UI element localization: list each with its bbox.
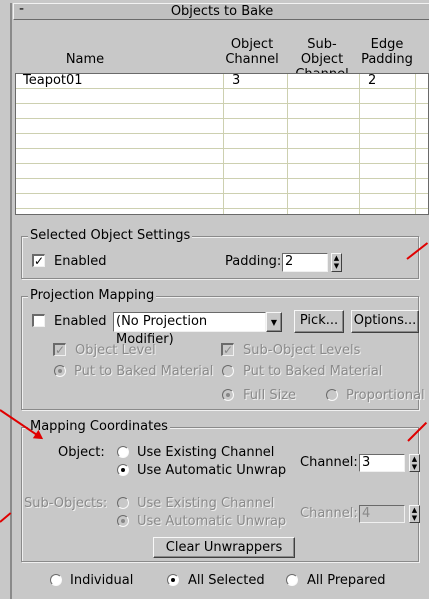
put-to-baked-material-radio-left[interactable] <box>54 365 66 377</box>
object-level-label: Object Level <box>75 343 156 358</box>
sub-objects-label: Sub-Objects: <box>24 496 108 511</box>
object-use-existing-label: Use Existing Channel <box>137 445 275 460</box>
options-button[interactable]: Options... <box>351 310 419 333</box>
cell-name: Teapot01 <box>23 73 83 88</box>
projection-mapping-title: Projection Mapping <box>28 288 157 303</box>
rollout-title: Objects to Bake <box>170 4 274 19</box>
objects-to-bake-table[interactable]: Teapot01 3 2 <box>15 73 429 215</box>
proportional-radio[interactable] <box>326 389 338 401</box>
object-use-automatic-radio[interactable] <box>117 464 129 476</box>
projection-enabled-checkbox[interactable] <box>32 314 45 327</box>
rollout-left-edge <box>10 3 12 599</box>
sub-use-automatic-radio[interactable] <box>117 515 129 527</box>
selected-enabled-label: Enabled <box>54 254 107 269</box>
column-divider <box>359 74 360 214</box>
cell-edge-padding: 2 <box>368 73 377 88</box>
proportional-label: Proportional <box>346 388 425 403</box>
column-header-edge-padding[interactable]: Edge Padding <box>358 37 416 67</box>
dropdown-arrow-icon[interactable]: ▼ <box>266 312 282 332</box>
put-to-baked-material-label-right: Put to Baked Material <box>243 364 383 379</box>
sub-object-levels-label: Sub-Object Levels <box>243 343 361 358</box>
column-divider <box>415 74 416 214</box>
column-divider <box>287 74 288 214</box>
projection-enabled-label: Enabled <box>54 314 107 329</box>
object-label: Object: <box>58 445 105 460</box>
object-channel-spinner[interactable]: ▲ ▼ <box>409 454 420 472</box>
padding-label: Padding: <box>225 254 282 269</box>
object-level-checkbox[interactable]: ✓ <box>53 343 66 356</box>
sub-channel-label: Channel: <box>300 506 358 521</box>
object-use-existing-radio[interactable] <box>117 446 129 458</box>
sub-use-existing-label: Use Existing Channel <box>137 496 275 511</box>
padding-spinner[interactable]: ▲ ▼ <box>331 253 342 272</box>
object-channel-input[interactable]: 3 <box>359 454 405 472</box>
sub-use-automatic-label: Use Automatic Unwrap <box>137 514 287 529</box>
mapping-coordinates-title: Mapping Coordinates <box>28 419 170 434</box>
column-divider <box>223 74 224 214</box>
individual-radio[interactable] <box>50 574 62 586</box>
all-selected-label: All Selected <box>188 573 265 588</box>
rollout-header-objects-to-bake[interactable]: - Objects to Bake <box>13 1 429 20</box>
pick-button[interactable]: Pick... <box>294 310 344 333</box>
all-prepared-label: All Prepared <box>307 573 386 588</box>
clear-unwrappers-button[interactable]: Clear Unwrappers <box>153 537 295 558</box>
cell-object-channel: 3 <box>232 73 241 88</box>
sub-channel-spinner[interactable]: ▲ ▼ <box>409 505 420 523</box>
object-channel-label: Channel: <box>300 455 358 470</box>
all-prepared-radio[interactable] <box>286 574 298 586</box>
put-to-baked-material-label-left: Put to Baked Material <box>74 364 214 379</box>
sub-object-levels-checkbox[interactable]: ✓ <box>221 343 234 356</box>
column-header-name[interactable]: Name <box>55 37 115 67</box>
full-size-label: Full Size <box>243 388 297 403</box>
column-header-object-channel[interactable]: Object Channel <box>218 37 286 67</box>
selected-enabled-checkbox[interactable]: ✓ <box>32 254 45 267</box>
object-use-automatic-label: Use Automatic Unwrap <box>137 463 287 478</box>
full-size-radio[interactable] <box>222 389 234 401</box>
individual-label: Individual <box>70 573 134 588</box>
projection-modifier-dropdown[interactable]: (No Projection Modifier) <box>113 312 266 347</box>
selected-object-settings-title: Selected Object Settings <box>28 228 193 243</box>
sub-use-existing-radio[interactable] <box>117 497 129 509</box>
put-to-baked-material-radio-right[interactable] <box>222 365 234 377</box>
padding-input[interactable]: 2 <box>282 253 328 272</box>
sub-channel-input[interactable]: 4 <box>359 505 405 523</box>
all-selected-radio[interactable] <box>167 574 179 586</box>
